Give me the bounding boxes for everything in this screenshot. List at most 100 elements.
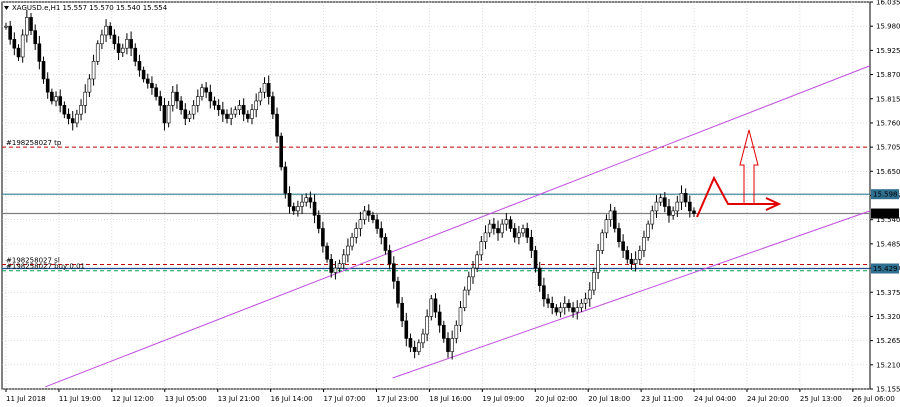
candle-body xyxy=(617,228,621,242)
candle-body xyxy=(512,228,517,238)
candle-body xyxy=(679,193,684,203)
candle-body xyxy=(312,201,317,216)
candle-body xyxy=(437,311,442,326)
candle-body xyxy=(16,47,21,58)
candle-body xyxy=(421,333,425,344)
candle-body xyxy=(454,324,459,339)
candle-body xyxy=(604,219,609,234)
candle-body xyxy=(450,338,454,352)
candle-body xyxy=(504,219,509,225)
candle-body xyxy=(375,219,379,229)
x-tick-label: 24 Jul 20:00 xyxy=(747,395,789,403)
candle-body xyxy=(592,272,596,291)
y-tick-label: 15.210 xyxy=(876,361,900,369)
candle-body xyxy=(183,109,188,119)
candle-body xyxy=(500,223,504,234)
candle-body xyxy=(241,105,246,115)
candle-body xyxy=(29,17,33,31)
y-tick-label: 15.760 xyxy=(876,119,900,127)
candle-body xyxy=(170,91,175,106)
y-tick-label: 15.320 xyxy=(876,313,900,321)
candle-body xyxy=(412,346,417,352)
candle-body xyxy=(266,83,271,97)
y-tick-label: 15.485 xyxy=(876,240,900,248)
level-label: #198258027 buy 0.01 xyxy=(6,263,85,271)
candle-body xyxy=(58,96,63,106)
x-tick-label: 26 Jul 06:00 xyxy=(853,395,895,403)
x-tick-label: 17 Jul 07:00 xyxy=(324,395,366,403)
candle-body xyxy=(271,96,275,115)
candle-body xyxy=(542,285,546,300)
price-badges: 15.598 15.554 15.429 xyxy=(871,189,899,274)
candle-body xyxy=(688,201,692,212)
candle-body xyxy=(387,250,392,264)
candle-body xyxy=(654,201,659,212)
y-tick-label: 15.815 xyxy=(876,95,900,103)
candle-body xyxy=(354,228,359,238)
candle-body xyxy=(33,30,37,45)
candle-body xyxy=(487,223,492,234)
x-tick-label: 19 Jul 09:00 xyxy=(482,395,524,403)
candle-body xyxy=(475,254,479,269)
candle-body xyxy=(596,250,600,273)
level-label: #198258027 tp xyxy=(6,139,62,147)
candle-body xyxy=(116,43,121,53)
candle-body xyxy=(120,47,125,53)
candle-body xyxy=(479,241,484,256)
candle-body xyxy=(296,206,300,212)
candle-body xyxy=(279,135,284,168)
candle-body xyxy=(196,96,200,106)
candle-body xyxy=(145,78,150,84)
candle-body xyxy=(492,223,496,229)
candle-body xyxy=(600,232,605,251)
candle-body xyxy=(229,113,233,119)
candle-body xyxy=(583,298,588,304)
candle-body xyxy=(321,228,325,247)
y-tick-label: 15.155 xyxy=(876,386,900,394)
candle-body xyxy=(258,91,263,102)
candle-body xyxy=(567,302,571,308)
candle-body xyxy=(291,206,296,212)
candle-body xyxy=(483,232,488,242)
candle-body xyxy=(608,210,613,220)
candle-body xyxy=(187,113,192,119)
x-tick-label: 12 Jul 12:00 xyxy=(112,395,154,403)
candle-body xyxy=(529,236,534,251)
candle-body xyxy=(575,307,580,313)
candle-body xyxy=(70,118,75,124)
candle-body xyxy=(554,307,559,313)
candle-body xyxy=(637,250,642,260)
y-tick-label: 15.265 xyxy=(876,337,900,345)
candle-body xyxy=(100,34,104,45)
candle-body xyxy=(658,197,663,203)
candle-body xyxy=(683,193,688,203)
plot-frame xyxy=(1,1,871,390)
x-tick-label: 20 Jul 02:00 xyxy=(535,395,577,403)
candle-body xyxy=(650,210,655,225)
candle-body xyxy=(108,25,113,36)
candle-body xyxy=(675,201,680,212)
candle-body xyxy=(141,69,146,80)
candle-body xyxy=(366,210,371,216)
candle-body xyxy=(158,96,163,106)
candle-body xyxy=(379,228,384,238)
candle-body xyxy=(571,307,575,313)
candle-body xyxy=(179,100,183,111)
candle-body xyxy=(316,214,321,229)
candle-body xyxy=(283,166,288,194)
candle-body xyxy=(175,91,179,102)
candle-body xyxy=(341,254,346,264)
candle-body xyxy=(129,39,133,49)
candle-body xyxy=(287,193,292,207)
candle-body xyxy=(262,83,267,93)
candle-body xyxy=(254,100,258,111)
candle-body xyxy=(95,43,100,62)
candle-body xyxy=(533,250,538,269)
candle-body xyxy=(562,302,567,308)
candle-body xyxy=(162,105,167,124)
price-chart[interactable]: #198258027 tp#198258027 sl#198258027 buy… xyxy=(0,0,900,407)
candle-body xyxy=(629,258,634,264)
candle-body xyxy=(83,91,88,106)
price-badge-label: 15.598 xyxy=(873,191,898,199)
y-tick-label: 15.980 xyxy=(876,23,900,31)
